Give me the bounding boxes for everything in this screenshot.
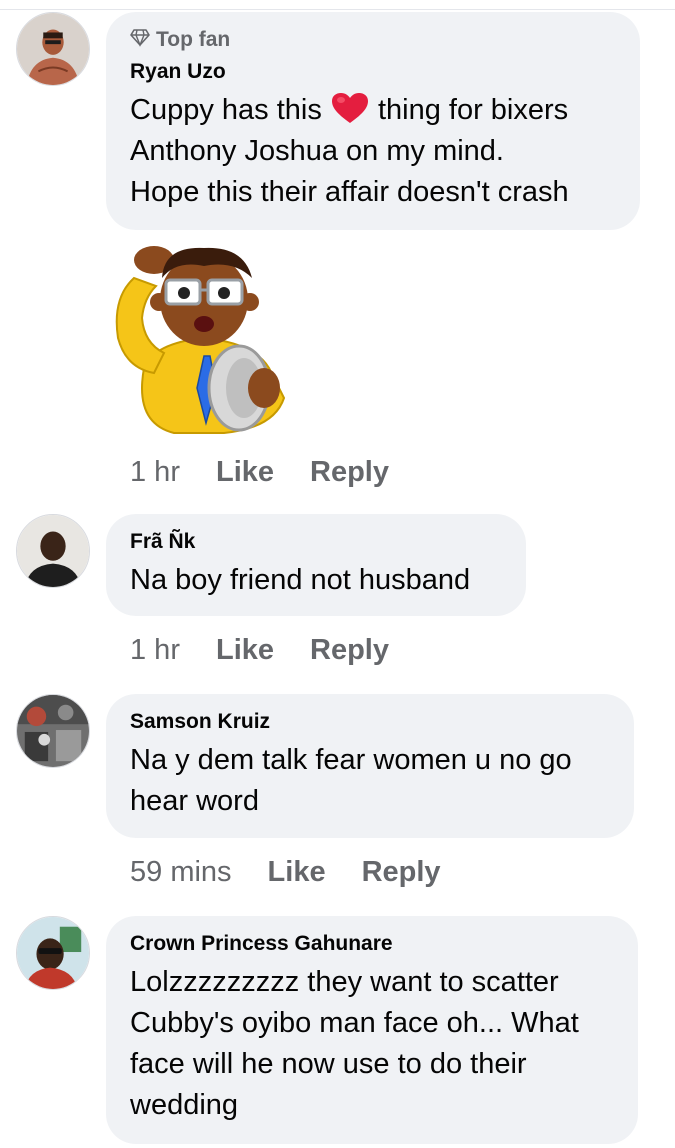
comment-line: Cubby's oyibo man face oh... What [130, 1007, 579, 1039]
avatar-crown-princess-gahunare[interactable] [16, 916, 90, 990]
commenter-name[interactable]: Samson Kruiz [130, 708, 610, 736]
avatar-samson-kruiz[interactable] [16, 694, 90, 768]
comment-line: Na boy friend not husband [130, 564, 471, 596]
comment-line: hear word [130, 785, 259, 817]
reply-button[interactable]: Reply [310, 634, 389, 667]
comment-line: Hope this their affair doesn't crash [130, 176, 569, 208]
comment-timestamp[interactable]: 1 hr [130, 456, 180, 489]
comment-text: Na y dem talk fear women u no go hear wo… [130, 740, 610, 822]
reply-button[interactable]: Reply [362, 856, 441, 889]
diamond-icon [130, 27, 150, 53]
comment-thread: Top fan Ryan Uzo Cuppy has this thing fo… [0, 0, 675, 1148]
avatar-ryan-uzo[interactable] [16, 12, 90, 86]
comment-bubble: Samson Kruiz Na y dem talk fear women u … [106, 694, 634, 838]
reply-button[interactable]: Reply [310, 456, 389, 489]
comment-bubble: Crown Princess Gahunare Lolzzzzzzzzz the… [106, 916, 638, 1144]
comment-timestamp[interactable]: 1 hr [130, 634, 180, 667]
comment-timestamp[interactable]: 59 mins [130, 856, 232, 889]
confused-man-sticker[interactable] [104, 238, 314, 438]
comment-actions: 59 mins Like Reply [130, 852, 441, 892]
comment-bubble: Frã Ñk Na boy friend not husband [106, 514, 526, 616]
comment-line: Cuppy has this [130, 94, 322, 126]
comment-line: thing for bixers [377, 94, 569, 126]
avatar-fra-nk[interactable] [16, 514, 90, 588]
comment-actions: 1 hr Like Reply [130, 452, 389, 492]
comment-text: Lolzzzzzzzzz they want to scatter Cubby'… [130, 962, 614, 1126]
badge-label: Top fan [156, 28, 231, 51]
comment-text: Na boy friend not husband [130, 560, 502, 601]
like-button[interactable]: Like [216, 634, 274, 667]
comment-text: Cuppy has this thing for bixers Anthony … [130, 90, 616, 213]
like-button[interactable]: Like [268, 856, 326, 889]
comment-line: Na y dem talk fear women u no go [130, 744, 572, 776]
like-button[interactable]: Like [216, 456, 274, 489]
comment-line: Lolzzzzzzzzz they want to scatter [130, 966, 559, 998]
comment-line: wedding [130, 1089, 239, 1121]
comment-bubble: Top fan Ryan Uzo Cuppy has this thing fo… [106, 12, 640, 230]
comment-line: face will he now use to do their [130, 1048, 527, 1080]
commenter-name[interactable]: Frã Ñk [130, 528, 502, 556]
top-fan-badge[interactable]: Top fan [130, 26, 616, 54]
heart-icon [330, 91, 370, 125]
comment-line: Anthony Joshua on my mind. [130, 135, 504, 167]
comment-actions: 1 hr Like Reply [130, 630, 389, 670]
commenter-name[interactable]: Ryan Uzo [130, 58, 616, 86]
commenter-name[interactable]: Crown Princess Gahunare [130, 930, 614, 958]
